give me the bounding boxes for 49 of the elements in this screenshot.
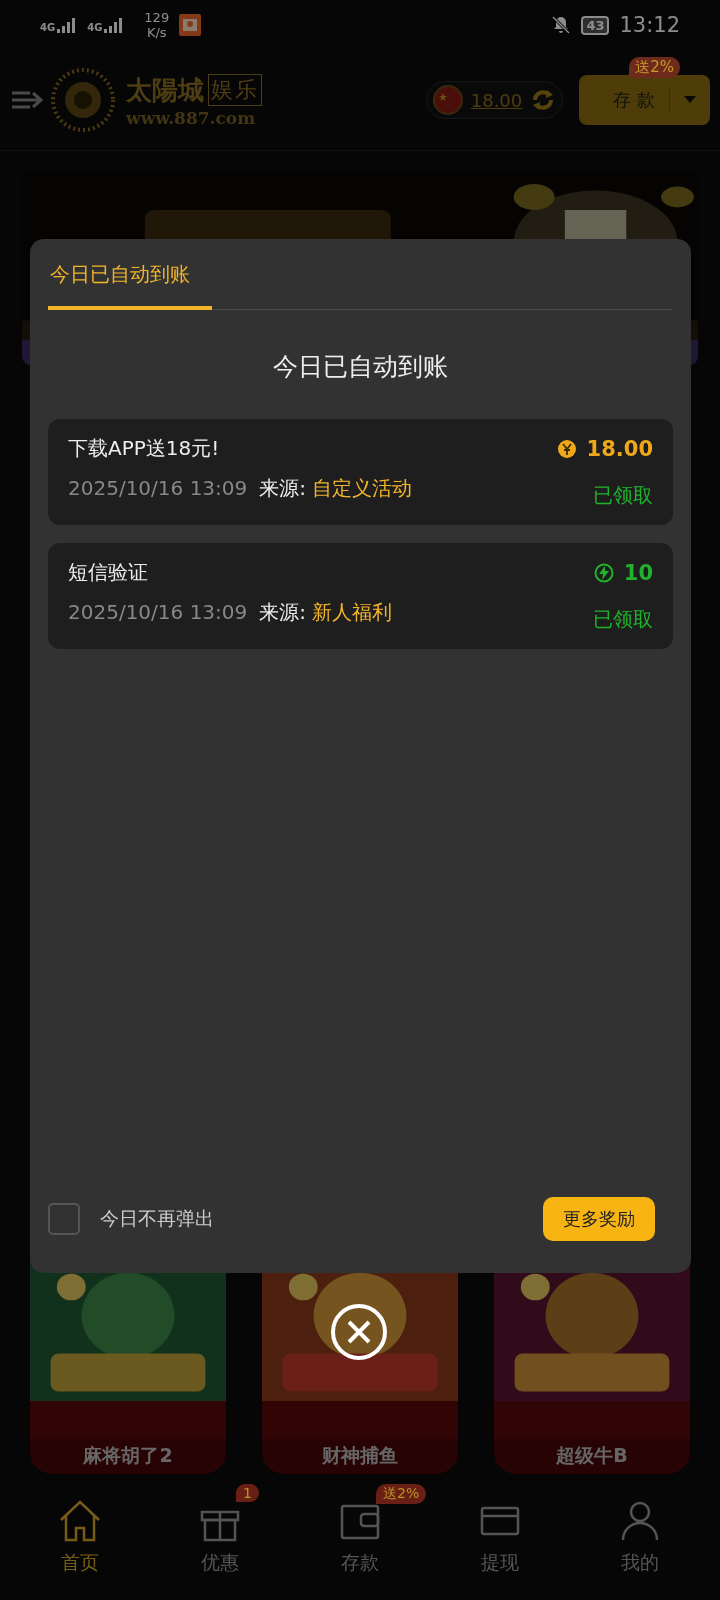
claimed-status: 已领取 — [593, 482, 653, 509]
signal-icon — [104, 17, 125, 33]
deposit-button[interactable]: 存 款 — [579, 75, 710, 125]
game-title: 财神捕鱼 — [322, 1443, 398, 1468]
checkbox-label: 今日不再弹出 — [100, 1206, 214, 1231]
network-type: 4G — [40, 22, 56, 33]
coin-icon — [556, 438, 577, 459]
reward-time: 2025/10/16 13:09 — [68, 476, 248, 500]
battery-indicator: 43 — [581, 15, 610, 35]
menu-icon[interactable] — [10, 89, 44, 111]
nav-tab[interactable]: 提现 — [477, 1498, 523, 1576]
nav-badge: 送2% — [376, 1484, 427, 1504]
source-name: 自定义活动 — [312, 476, 413, 500]
envelope-icon — [179, 14, 202, 36]
network-type: 4G — [87, 22, 103, 33]
logo-name: 太陽城 — [126, 73, 204, 107]
source-label: 来源: — [259, 600, 307, 624]
signal-icon — [57, 17, 78, 33]
more-rewards-button[interactable]: 更多奖励 — [543, 1197, 655, 1241]
nav-tab[interactable]: 首页 — [57, 1498, 103, 1576]
close-icon[interactable] — [330, 1303, 388, 1361]
reward-time: 2025/10/16 13:09 — [68, 600, 248, 624]
reward-title: 下载APP送18元! — [68, 435, 220, 462]
source-label: 来源: — [259, 476, 307, 500]
claimed-status: 已领取 — [593, 606, 653, 633]
nav-tab[interactable]: 我的 — [617, 1498, 663, 1576]
caret-icon — [684, 96, 696, 104]
bonus-badge: 送2% — [629, 57, 681, 78]
logo-site: www.887.com — [126, 107, 256, 128]
logo-suffix: 娱乐 — [208, 74, 262, 106]
nav-badge: 1 — [236, 1484, 259, 1502]
dialog-tab[interactable]: 今日已自动到账 — [48, 239, 212, 310]
flag-icon — [432, 85, 463, 115]
lightning-icon — [593, 562, 614, 583]
bell-muted-icon — [551, 15, 572, 35]
game-title: 超级牛B — [556, 1443, 628, 1468]
reward-amount: 10 — [623, 560, 653, 585]
source-name: 新人福利 — [312, 600, 393, 624]
balance-pill[interactable]: 18.00 — [425, 81, 564, 119]
game-title: 麻将胡了2 — [83, 1443, 173, 1468]
reward-title: 短信验证 — [68, 559, 148, 586]
sun-emblem-icon — [50, 67, 116, 133]
network-speed: 129 — [144, 10, 170, 25]
reward-amount: 18.00 — [586, 436, 653, 461]
checkbox[interactable] — [48, 1203, 80, 1235]
speed-unit: K/s — [146, 25, 167, 40]
balance-amount: 18.00 — [470, 89, 523, 111]
clock: 13:12 — [619, 13, 680, 37]
dialog-title: 今日已自动到账 — [272, 351, 449, 383]
